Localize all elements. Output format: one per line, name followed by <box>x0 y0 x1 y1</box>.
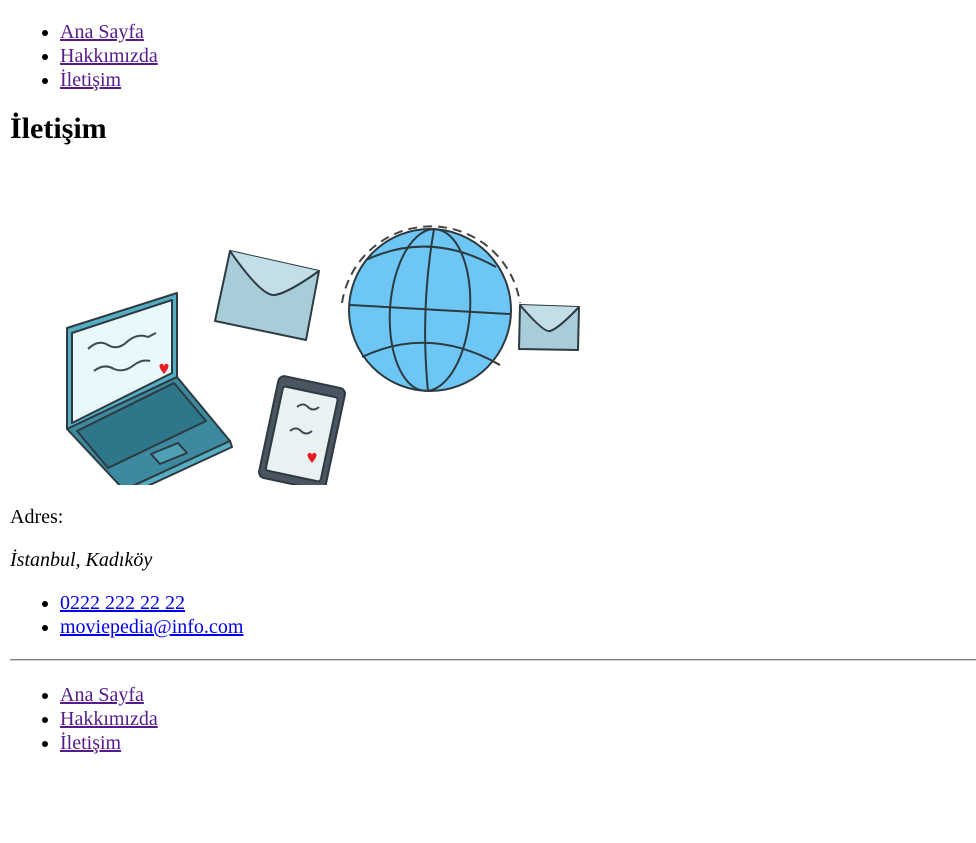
footer-link-home[interactable]: Ana Sayfa <box>60 684 144 706</box>
address-value: İstanbul, Kadıköy <box>10 549 153 571</box>
nav-item-contact: İletişim <box>60 68 976 92</box>
phone-icon <box>258 375 346 485</box>
divider <box>10 659 976 661</box>
nav-link-contact[interactable]: İletişim <box>60 69 121 91</box>
page: Ana Sayfa Hakkımızda İletişim İletişim <box>0 0 976 755</box>
laptop-icon <box>66 292 233 485</box>
nav-item-about: Hakkımızda <box>60 44 976 68</box>
footer-item-about: Hakkımızda <box>60 707 976 731</box>
contact-item-phone: 0222 222 22 22 <box>60 591 976 615</box>
page-title: İletişim <box>10 112 107 145</box>
envelope-small-icon <box>518 304 580 351</box>
envelope-icon <box>214 250 320 341</box>
footer-nav: Ana Sayfa Hakkımızda İletişim <box>10 683 976 755</box>
footer-link-contact[interactable]: İletişim <box>60 732 121 754</box>
globe-icon <box>341 225 521 392</box>
footer-item-contact: İletişim <box>60 731 976 755</box>
contact-illustration <box>66 225 580 485</box>
nav-link-about[interactable]: Hakkımızda <box>60 45 158 67</box>
email-link[interactable]: moviepedia@info.com <box>60 616 243 638</box>
footer-item-home: Ana Sayfa <box>60 683 976 707</box>
contact-list: 0222 222 22 22 moviepedia@info.com <box>10 591 976 639</box>
nav-item-home: Ana Sayfa <box>60 20 976 44</box>
contact-item-email: moviepedia@info.com <box>60 615 976 639</box>
phone-link[interactable]: 0222 222 22 22 <box>60 592 185 614</box>
top-nav: Ana Sayfa Hakkımızda İletişim <box>10 0 976 92</box>
nav-link-home[interactable]: Ana Sayfa <box>60 21 144 43</box>
footer-link-about[interactable]: Hakkımızda <box>60 708 158 730</box>
address-label: Adres: <box>10 506 64 528</box>
